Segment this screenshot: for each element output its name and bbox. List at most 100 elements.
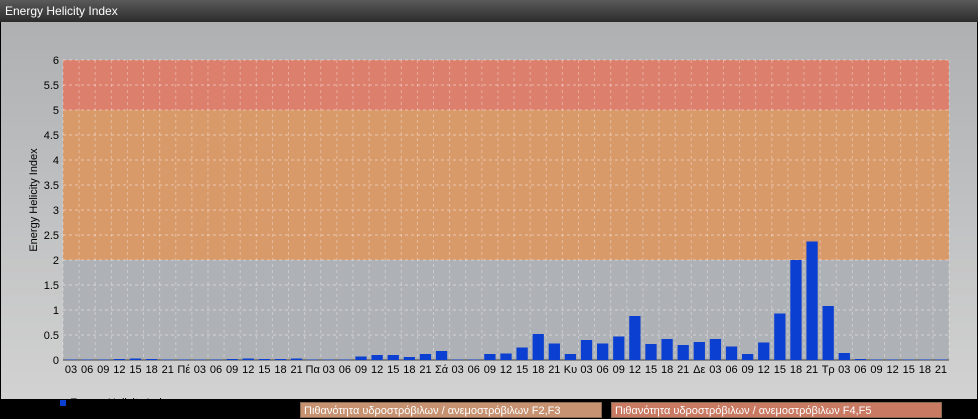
- bar-0: [65, 359, 77, 360]
- bar-31: [564, 354, 577, 360]
- y-tick-label-8: 4: [53, 155, 59, 167]
- x-tick-label-12: 15: [258, 364, 270, 376]
- x-tick-label-52: 15: [903, 364, 915, 376]
- bar-47: [822, 306, 834, 360]
- bar-40: [709, 339, 722, 360]
- y-tick-label-11: 5.5: [44, 80, 59, 92]
- bar-54: [935, 359, 947, 360]
- x-tick-label-20: 15: [387, 364, 399, 376]
- bar-29: [532, 334, 544, 360]
- x-tick-label-27: 12: [500, 364, 512, 376]
- y-tick-label-10: 5: [53, 105, 59, 117]
- x-tick-label-21: 18: [403, 364, 415, 376]
- legend-band-f4f5: Πιθανότητα υδροστρόβιλων / ανεμοστρόβιλω…: [611, 402, 942, 418]
- y-tick-label-12: 6: [53, 55, 59, 67]
- legend-series-entry: Energy Helicity Index: [60, 397, 173, 409]
- y-tick-label-3: 1.5: [44, 280, 59, 292]
- y-tick-label-2: 1: [53, 305, 59, 317]
- x-tick-label-17: 06: [339, 364, 351, 376]
- bar-20: [387, 355, 399, 360]
- x-tick-label-18: 09: [355, 364, 367, 376]
- bar-36: [645, 344, 657, 360]
- x-tick-label-54: 21: [935, 364, 947, 376]
- bar-16: [323, 359, 335, 360]
- bar-49: [854, 359, 867, 360]
- x-tick-label-23: Σά: [435, 364, 449, 376]
- bar-37: [661, 339, 673, 360]
- legend-series-swatch: [60, 400, 66, 406]
- x-tick-label-49: 06: [854, 364, 866, 376]
- x-tick-label-40: 03: [709, 364, 721, 376]
- y-tick-label-4: 2: [53, 255, 59, 267]
- bar-26: [484, 354, 496, 360]
- bar-7: [178, 359, 190, 360]
- bar-23: [435, 351, 448, 360]
- x-tick-label-35: 12: [629, 364, 641, 376]
- y-tick-label-7: 3.5: [44, 180, 59, 192]
- x-tick-label-30: 21: [548, 364, 560, 376]
- bar-14: [290, 358, 303, 360]
- x-tick-label-4: 15: [129, 364, 141, 376]
- y-axis-label: Energy Helicity Index: [28, 148, 40, 252]
- bar-21: [403, 357, 415, 360]
- legend-band-f2f3: Πιθανότητα υδροστρόβιλων / ανεμοστρόβιλω…: [300, 402, 602, 418]
- x-tick-label-2: 09: [97, 364, 109, 376]
- x-tick-label-46: 21: [806, 364, 818, 376]
- bar-22: [419, 354, 432, 360]
- x-tick-label-10: 09: [226, 364, 238, 376]
- bar-18: [355, 356, 367, 360]
- x-tick-label-36: 15: [645, 364, 657, 376]
- bar-27: [500, 353, 512, 360]
- chart-panel: 0 0.5 1 1.5 2 2.5 3 3.5 4 4.5 5 5.5 6 Energy Helicity…: [1, 22, 977, 418]
- bar-51: [886, 359, 899, 360]
- bar-25: [468, 359, 480, 360]
- bar-30: [548, 343, 560, 360]
- x-tick-label-32: 03: [580, 364, 592, 376]
- x-tick-label-34: 09: [613, 364, 625, 376]
- bar-4: [129, 358, 142, 360]
- x-tick-label-37: 18: [661, 364, 673, 376]
- bar-5: [145, 359, 158, 360]
- y-tick-label-1: 0.5: [44, 330, 59, 342]
- x-tick-label-31: Κυ: [564, 364, 577, 376]
- bar-24: [452, 359, 464, 360]
- bar-12: [258, 359, 271, 360]
- x-tick-label-50: 09: [870, 364, 882, 376]
- app-window: Energy Helicity Index 0 0.5 1 1.5 2 2.5 3 3.5 4 4…: [0, 0, 978, 418]
- x-tick-label-48: 03: [838, 364, 850, 376]
- x-tick-label-0: 03: [65, 364, 77, 376]
- legend-band-f2f3-label: Πιθανότητα υδροστρόβιλων / ανεμοστρόβιλω…: [304, 405, 561, 417]
- x-tick-label-13: 18: [274, 364, 286, 376]
- x-tick-label-14: 21: [290, 364, 302, 376]
- x-tick-label-53: 18: [919, 364, 931, 376]
- x-tick-label-47: Τρ: [822, 364, 835, 376]
- x-tick-label-28: 15: [516, 364, 528, 376]
- y-tick-label-9: 4.5: [44, 130, 59, 142]
- bar-42: [741, 354, 754, 360]
- bar-19: [371, 355, 383, 360]
- legend-series-label: Energy Helicity Index: [70, 397, 174, 409]
- window-title: Energy Helicity Index: [5, 4, 118, 18]
- bar-35: [629, 316, 641, 360]
- x-tick-label-29: 18: [532, 364, 544, 376]
- bar-41: [725, 346, 738, 360]
- bar-43: [758, 342, 770, 360]
- x-tick-label-25: 06: [468, 364, 480, 376]
- x-tick-label-8: 03: [194, 364, 206, 376]
- bar-6: [162, 359, 174, 360]
- bar-10: [226, 359, 238, 360]
- bar-9: [210, 359, 222, 360]
- bar-1: [81, 359, 93, 360]
- x-tick-label-33: 06: [597, 364, 609, 376]
- bar-11: [242, 358, 254, 360]
- x-tick-label-38: 21: [677, 364, 689, 376]
- x-tick-label-9: 06: [210, 364, 222, 376]
- bar-13: [274, 359, 287, 360]
- x-tick-label-42: 09: [742, 364, 754, 376]
- bar-2: [97, 359, 109, 360]
- x-tick-label-43: 12: [758, 364, 770, 376]
- x-tick-label-24: 03: [452, 364, 464, 376]
- x-tick-label-39: Δε: [693, 364, 705, 376]
- bar-50: [870, 359, 883, 360]
- title-bar: Energy Helicity Index: [0, 0, 978, 22]
